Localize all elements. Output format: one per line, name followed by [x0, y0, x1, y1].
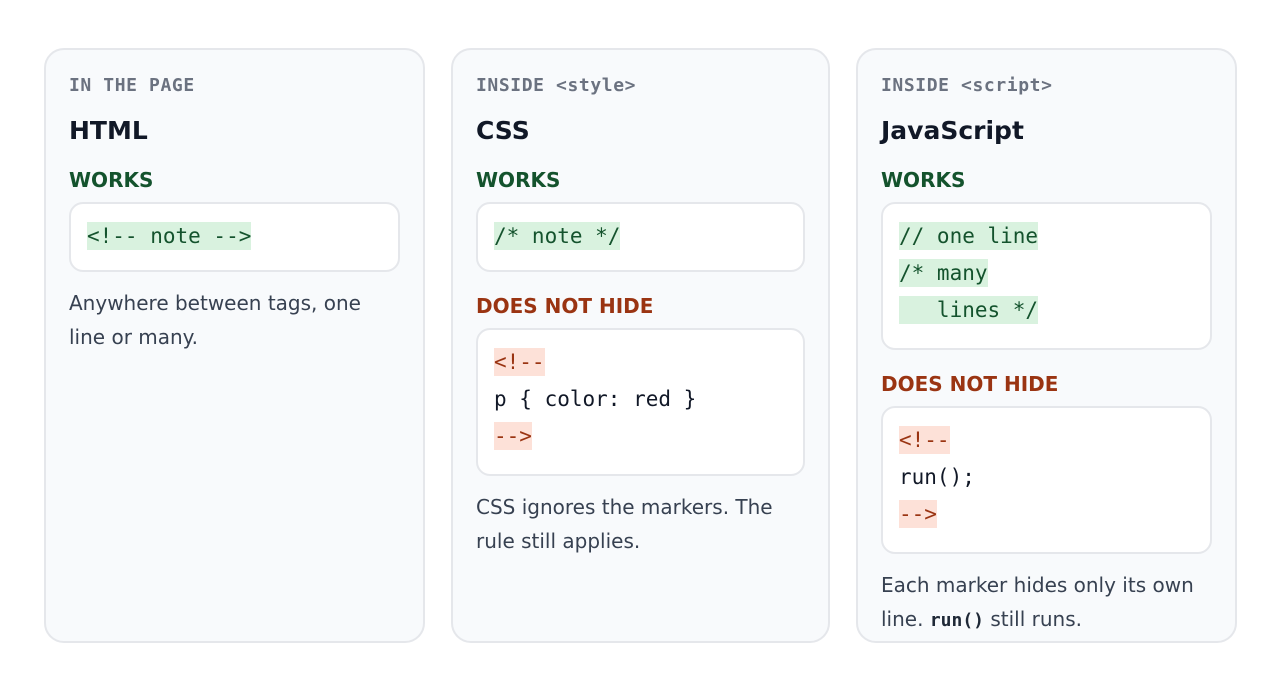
fails-label: DOES NOT HIDE — [881, 372, 1059, 396]
code-line: p { color: red } — [494, 387, 697, 411]
fails-code-block: <!-- p { color: red } --> — [476, 328, 805, 476]
code-line: lines */ — [899, 296, 1039, 324]
works-code-block: // one line /* many lines */ — [881, 202, 1212, 350]
fails-label: DOES NOT HIDE — [476, 294, 654, 318]
language-title: CSS — [476, 116, 530, 145]
description: Anywhere between tags, one line or many. — [69, 291, 361, 349]
code-line: // one line — [899, 222, 1039, 250]
code-line: /* note */ — [494, 222, 621, 250]
language-title: HTML — [69, 116, 148, 145]
works-code-block: <!-- note --> — [69, 202, 400, 272]
language-title: JavaScript — [881, 116, 1024, 145]
comment-syntax-comparison: IN THE PAGE HTML WORKS <!-- note --> Any… — [44, 48, 1237, 643]
context-label: INSIDE <style> — [476, 75, 637, 96]
html-card: IN THE PAGE HTML WORKS <!-- note --> Any… — [44, 48, 425, 643]
inline-code: run() — [929, 610, 984, 631]
description: Each marker hides only its own line. run… — [881, 573, 1194, 631]
description: CSS ignores the markers. The rule still … — [476, 495, 773, 553]
works-label: WORKS — [69, 168, 154, 192]
works-label: WORKS — [476, 168, 561, 192]
code-line: <!-- — [494, 348, 545, 376]
css-card: INSIDE <style> CSS WORKS /* note */ DOES… — [451, 48, 830, 643]
works-label: WORKS — [881, 168, 966, 192]
code-line: --> — [494, 422, 532, 450]
code-line: --> — [899, 500, 937, 528]
fails-code-block: <!-- run(); --> — [881, 406, 1212, 554]
javascript-card: INSIDE <script> JavaScript WORKS // one … — [856, 48, 1237, 643]
code-line: /* many — [899, 259, 988, 287]
code-line: <!-- — [899, 426, 950, 454]
works-code-block: /* note */ — [476, 202, 805, 272]
code-line: run(); — [899, 465, 975, 489]
code-line: <!-- note --> — [87, 222, 252, 250]
context-label: INSIDE <script> — [881, 75, 1053, 96]
context-label: IN THE PAGE — [69, 75, 195, 96]
